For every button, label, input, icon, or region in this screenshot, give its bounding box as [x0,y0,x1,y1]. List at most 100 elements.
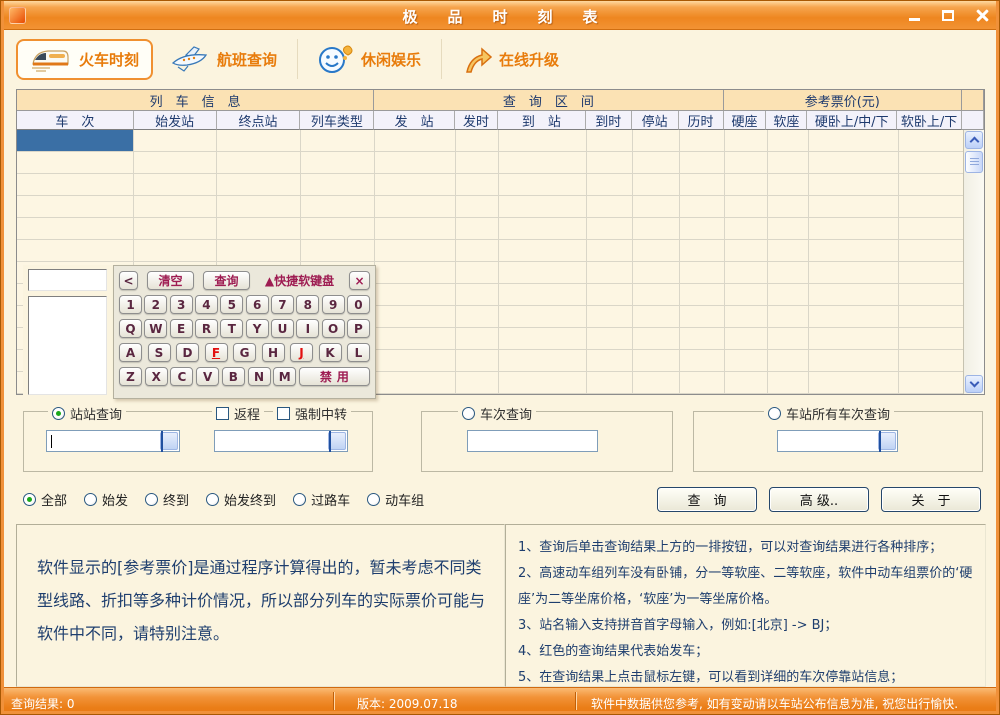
table-cell[interactable] [499,152,587,174]
table-cell[interactable] [899,240,964,262]
table-cell[interactable] [134,152,217,174]
table-cell[interactable] [456,240,499,262]
table-cell[interactable] [375,152,456,174]
station-quick-input[interactable] [28,269,107,291]
scroll-down-button[interactable] [965,375,983,393]
table-cell[interactable] [899,350,964,372]
table-cell[interactable] [375,196,456,218]
table-cell[interactable] [217,130,301,152]
filter-radio-4[interactable]: 过路车 [293,490,350,509]
table-cell[interactable] [768,372,809,394]
key-X[interactable]: X [145,367,168,386]
key-W[interactable]: W [144,319,167,338]
table-cell[interactable] [17,218,134,240]
table-cell[interactable] [375,306,456,328]
dropdown-button[interactable] [878,432,896,450]
key-2[interactable]: 2 [144,295,167,314]
keyboard-back-button[interactable]: < [119,271,138,290]
keyboard-query-button[interactable]: 查询 [203,271,250,290]
table-cell[interactable] [725,262,768,284]
table-cell[interactable] [899,218,964,240]
table-cell[interactable] [725,218,768,240]
to-station-combo[interactable] [214,430,348,452]
tab-online-upgrade[interactable]: 在线升级 [445,39,576,80]
table-cell[interactable] [680,152,725,174]
table-cell[interactable] [587,262,633,284]
table-cell[interactable] [768,328,809,350]
table-cell[interactable] [680,284,725,306]
table-cell[interactable] [633,306,680,328]
key-A[interactable]: A [119,343,142,362]
column-header-2[interactable]: 终点站 [217,111,301,130]
table-cell[interactable] [768,218,809,240]
key-G[interactable]: G [233,343,256,362]
column-header-10[interactable]: 硬座 [724,111,767,130]
table-cell[interactable] [375,328,456,350]
column-header-12[interactable]: 硬卧上/中/下 [807,111,897,130]
checkbox-forced-transfer[interactable]: 强制中转 [273,404,351,423]
table-cell[interactable] [456,174,499,196]
scroll-up-button[interactable] [965,131,983,149]
table-cell[interactable] [809,328,899,350]
table-cell[interactable] [899,130,964,152]
key-T[interactable]: T [220,319,243,338]
vertical-scrollbar[interactable] [963,130,984,394]
filter-radio-5[interactable]: 动车组 [367,490,424,509]
table-cell[interactable] [768,284,809,306]
table-cell[interactable] [899,262,964,284]
checkbox-return-trip[interactable]: 返程 [212,404,264,423]
column-header-8[interactable]: 停站 [632,111,679,130]
table-cell[interactable] [587,240,633,262]
filter-radio-2[interactable]: 终到 [145,490,189,509]
table-cell[interactable] [725,372,768,394]
table-cell[interactable] [809,240,899,262]
table-cell[interactable] [725,328,768,350]
key-H[interactable]: H [262,343,285,362]
filter-radio-0[interactable]: 全部 [23,490,67,509]
table-cell[interactable] [499,372,587,394]
table-cell[interactable] [768,306,809,328]
table-cell[interactable] [633,240,680,262]
table-cell[interactable] [499,306,587,328]
table-cell[interactable] [499,196,587,218]
table-cell[interactable] [633,218,680,240]
column-header-13[interactable]: 软卧上/下 [897,111,962,130]
table-cell[interactable] [134,196,217,218]
dropdown-button[interactable] [160,432,178,450]
table-row[interactable] [17,174,984,196]
key-D[interactable]: D [176,343,199,362]
radio-station-station[interactable]: 站站查询 [48,404,126,423]
table-cell[interactable] [899,196,964,218]
table-cell[interactable] [456,130,499,152]
table-cell[interactable] [809,174,899,196]
table-cell[interactable] [680,218,725,240]
table-cell[interactable] [809,306,899,328]
table-cell[interactable] [456,218,499,240]
table-cell[interactable] [768,196,809,218]
minimize-button[interactable] [907,9,921,22]
key-N[interactable]: N [248,367,271,386]
table-cell[interactable] [633,196,680,218]
key-K[interactable]: K [319,343,342,362]
title-bar[interactable]: 极品时刻表 [1,1,999,30]
key-6[interactable]: 6 [246,295,269,314]
table-cell[interactable] [499,284,587,306]
table-cell[interactable] [725,130,768,152]
table-cell[interactable] [633,328,680,350]
column-header-1[interactable]: 始发站 [134,111,217,130]
close-button[interactable] [975,9,989,22]
table-cell[interactable] [456,372,499,394]
table-cell[interactable] [680,328,725,350]
scrollbar-thumb[interactable] [965,151,983,173]
column-header-9[interactable]: 历时 [679,111,724,130]
key-Q[interactable]: Q [119,319,142,338]
key-V[interactable]: V [196,367,219,386]
key-L[interactable]: L [347,343,370,362]
key-Y[interactable]: Y [246,319,269,338]
table-cell[interactable] [134,130,217,152]
table-cell[interactable] [899,152,964,174]
table-cell[interactable] [809,262,899,284]
table-cell[interactable] [587,372,633,394]
table-cell[interactable] [17,196,134,218]
table-cell[interactable] [499,130,587,152]
